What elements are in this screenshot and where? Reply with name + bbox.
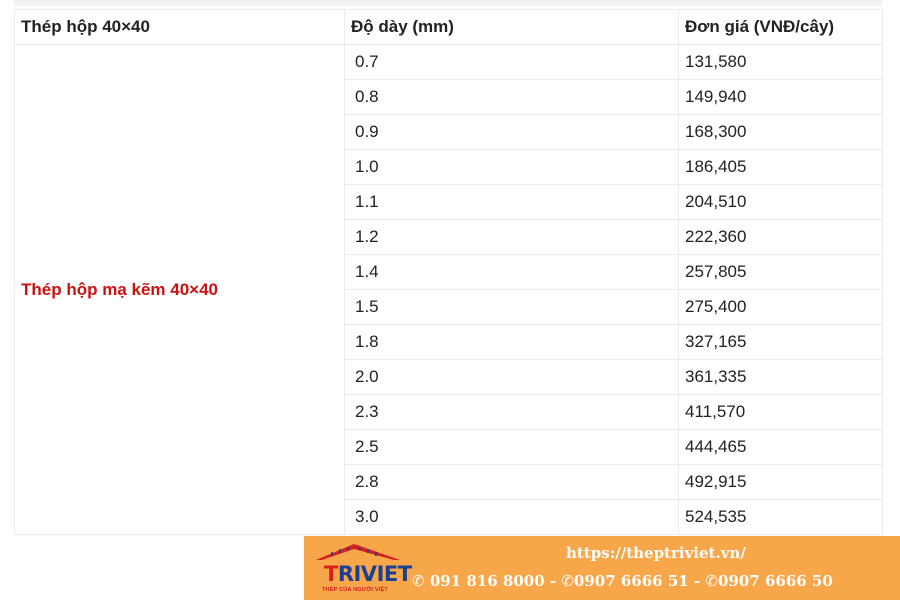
thickness-cell: 2.3: [344, 394, 679, 430]
price-cell: 168,300: [678, 114, 883, 150]
phone-number-3[interactable]: 0907 6666 50: [718, 572, 833, 590]
thickness-cell: 2.5: [344, 429, 679, 465]
phone-icon: ✆: [705, 572, 718, 590]
table-body: Thép hộp mạ kẽm 40×40 0.7 131,580 0.8 149,94…: [14, 44, 883, 535]
price-cell: 361,335: [678, 359, 883, 395]
thickness-cell: 0.7: [344, 44, 679, 80]
contact-banner: TRIVIET THÉP CỦA NGƯỜI VIỆT https://thep…: [304, 536, 900, 600]
thickness-cell: 1.4: [344, 254, 679, 290]
thickness-cell: 2.0: [344, 359, 679, 395]
phone-icon: ✆: [412, 572, 425, 590]
price-cell: 524,535: [678, 499, 883, 535]
thickness-cell: 0.8: [344, 79, 679, 115]
table-row: Thép hộp mạ kẽm 40×40 0.7 131,580: [14, 44, 883, 535]
price-cell: 222,360: [678, 219, 883, 255]
thickness-cell: 1.1: [344, 184, 679, 220]
price-cell: 275,400: [678, 289, 883, 325]
price-cell: 131,580: [678, 44, 883, 80]
price-cell: 327,165: [678, 324, 883, 360]
header-price: Đơn giá (VNĐ/cây): [678, 9, 883, 45]
price-cell: 257,805: [678, 254, 883, 290]
header-thickness: Độ dày (mm): [344, 9, 679, 45]
thickness-cell: 1.8: [344, 324, 679, 360]
price-cell: 444,465: [678, 429, 883, 465]
thickness-cell: 1.5: [344, 289, 679, 325]
thickness-cell: 1.2: [344, 219, 679, 255]
price-table: Thép hộp 40×40 Độ dày (mm) Đơn giá (VNĐ/…: [14, 9, 883, 535]
thickness-cell: 3.0: [344, 499, 679, 535]
header-product: Thép hộp 40×40: [14, 9, 345, 45]
price-cell: 411,570: [678, 394, 883, 430]
phone-separator: -: [688, 572, 706, 590]
phone-separator: -: [544, 572, 562, 590]
thickness-cell: 0.9: [344, 114, 679, 150]
triviet-logo: TRIVIET THÉP CỦA NGƯỜI VIỆT: [310, 542, 412, 598]
phone-icon: ✆: [561, 572, 574, 590]
top-rule: [14, 0, 882, 6]
price-cell: 492,915: [678, 464, 883, 500]
thickness-cell: 2.8: [344, 464, 679, 500]
website-link[interactable]: https://theptriviet.vn/: [566, 544, 746, 562]
phone-list: ✆ 091 816 8000 - ✆0907 6666 51 - ✆0907 6…: [412, 572, 833, 590]
logo-wordmark: TRIVIET: [324, 562, 412, 586]
price-cell: 186,405: [678, 149, 883, 185]
price-cell: 204,510: [678, 184, 883, 220]
logo-tagline: THÉP CỦA NGƯỜI VIỆT: [322, 587, 388, 593]
product-name-cell: Thép hộp mạ kẽm 40×40: [14, 44, 345, 535]
phone-number-2[interactable]: 0907 6666 51: [574, 572, 689, 590]
thickness-cell: 1.0: [344, 149, 679, 185]
phone-number-1[interactable]: 091 816 8000: [430, 572, 545, 590]
table-header-row: Thép hộp 40×40 Độ dày (mm) Đơn giá (VNĐ/…: [14, 9, 883, 45]
price-cell: 149,940: [678, 79, 883, 115]
